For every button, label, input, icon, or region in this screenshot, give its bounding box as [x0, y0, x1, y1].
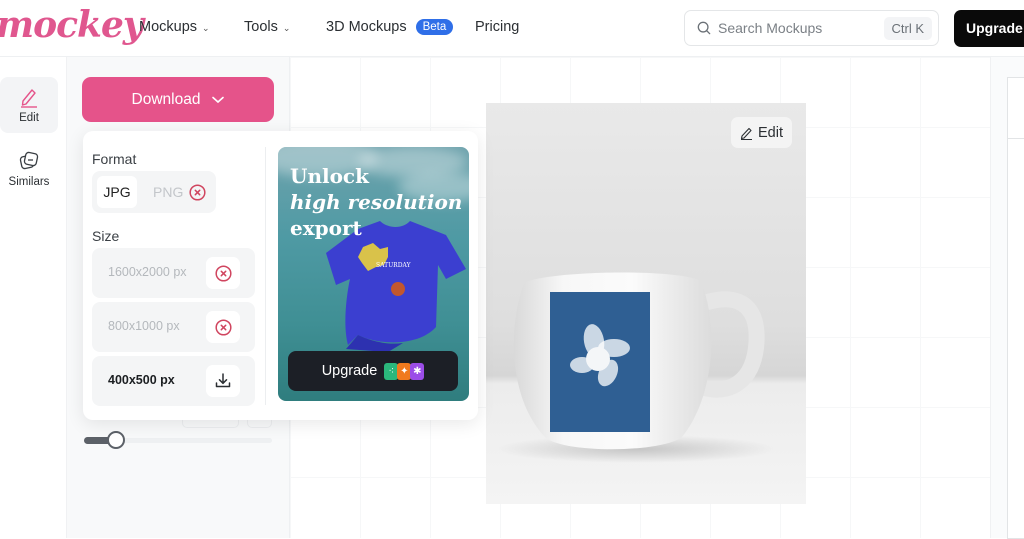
search-input[interactable] — [718, 11, 868, 45]
size-option-row: 1600x2000 px — [92, 248, 255, 298]
slider-thumb[interactable] — [107, 431, 125, 449]
nav-mockups[interactable]: Mockups ⌄ — [139, 19, 210, 35]
mockey-logo[interactable]: mockey — [0, 4, 144, 46]
star-icon: ✦ — [397, 362, 412, 380]
promo-upgrade-label: Upgrade — [321, 363, 378, 379]
mockup-preview[interactable] — [486, 103, 806, 504]
rail-item-edit[interactable]: Edit — [0, 77, 58, 133]
format-option-jpg[interactable]: JPG — [97, 176, 137, 208]
format-option-label: PNG — [153, 184, 184, 200]
promo-line-1: Unlock — [290, 164, 369, 188]
size-locked-button[interactable] — [206, 257, 240, 289]
size-option-row: 800x1000 px — [92, 302, 255, 352]
promo-upgrade-button[interactable]: Upgrade ⁖ ✦ ✱ — [288, 351, 458, 391]
x-circle-icon — [189, 183, 206, 201]
nav-mockups-label: Mockups — [139, 19, 198, 35]
chevron-down-icon — [212, 96, 225, 103]
size-locked-button[interactable] — [206, 311, 240, 343]
size-label: Size — [92, 228, 120, 244]
pencil-icon — [21, 89, 37, 108]
asterisk-icon: ✱ — [410, 362, 425, 380]
divider — [265, 147, 266, 405]
format-label: Format — [92, 151, 137, 167]
chevron-down-icon: ⌄ — [282, 22, 291, 33]
chevron-down-icon: ⌄ — [202, 22, 210, 33]
size-option-label: 800x1000 px — [108, 319, 180, 333]
right-panel-card — [1007, 77, 1024, 539]
x-circle-icon — [214, 264, 232, 282]
edit-label: Edit — [758, 124, 783, 141]
promo-headline: Unlock high resolution export — [290, 163, 462, 241]
edit-mockup-button[interactable]: Edit — [731, 117, 792, 148]
divider — [1008, 138, 1024, 139]
format-selector: JPG PNG — [92, 171, 216, 213]
nav-3d-mockups[interactable]: 3D Mockups Beta — [326, 19, 454, 35]
nav-pricing-label: Pricing — [475, 19, 520, 35]
pencil-icon — [740, 127, 752, 140]
upgrade-promo-card: SATURDAY Unlock high resolution export U… — [278, 147, 469, 401]
zoom-slider[interactable] — [84, 431, 272, 449]
search-box[interactable]: Ctrl K — [684, 10, 939, 46]
search-icon — [697, 21, 711, 35]
download-button[interactable]: Download — [82, 77, 274, 122]
mug-image — [496, 272, 776, 463]
keyboard-shortcut-hint: Ctrl K — [883, 17, 932, 40]
tool-rail: Edit Similars — [0, 57, 66, 538]
size-option-label: 400x500 px — [108, 373, 175, 387]
format-option-png[interactable]: PNG — [153, 176, 206, 208]
sparkle-dots-icon: ⁖ — [384, 362, 399, 380]
svg-text:SATURDAY: SATURDAY — [376, 262, 412, 269]
nav-tools-label: Tools — [244, 19, 278, 35]
download-options-popover: Format JPG PNG Size 1600x2000 px 800x100… — [83, 131, 478, 420]
rail-item-label: Similars — [8, 176, 50, 188]
layers-icon — [19, 151, 39, 170]
nav-tools[interactable]: Tools ⌄ — [244, 19, 290, 35]
promo-line-2: high resolution — [290, 190, 463, 214]
promo-line-3: export — [290, 216, 362, 240]
upgrade-button[interactable]: Upgrade — [954, 10, 1024, 47]
beta-badge: Beta — [415, 19, 454, 35]
nav-pricing[interactable]: Pricing — [475, 19, 519, 35]
nav-3d-mockups-label: 3D Mockups — [326, 19, 407, 35]
download-button-label: Download — [131, 90, 201, 108]
feature-tiles: ⁖ ✦ ✱ — [384, 362, 425, 380]
top-navbar: mockey Mockups ⌄ Tools ⌄ 3D Mockups Beta… — [0, 0, 1024, 57]
rail-item-similars[interactable]: Similars — [0, 141, 58, 197]
size-option-row: 400x500 px — [92, 356, 255, 406]
download-icon — [215, 373, 231, 388]
size-option-label: 1600x2000 px — [108, 265, 187, 279]
size-download-button[interactable] — [206, 365, 240, 397]
x-circle-icon — [214, 318, 232, 336]
rail-item-label: Edit — [19, 112, 39, 124]
